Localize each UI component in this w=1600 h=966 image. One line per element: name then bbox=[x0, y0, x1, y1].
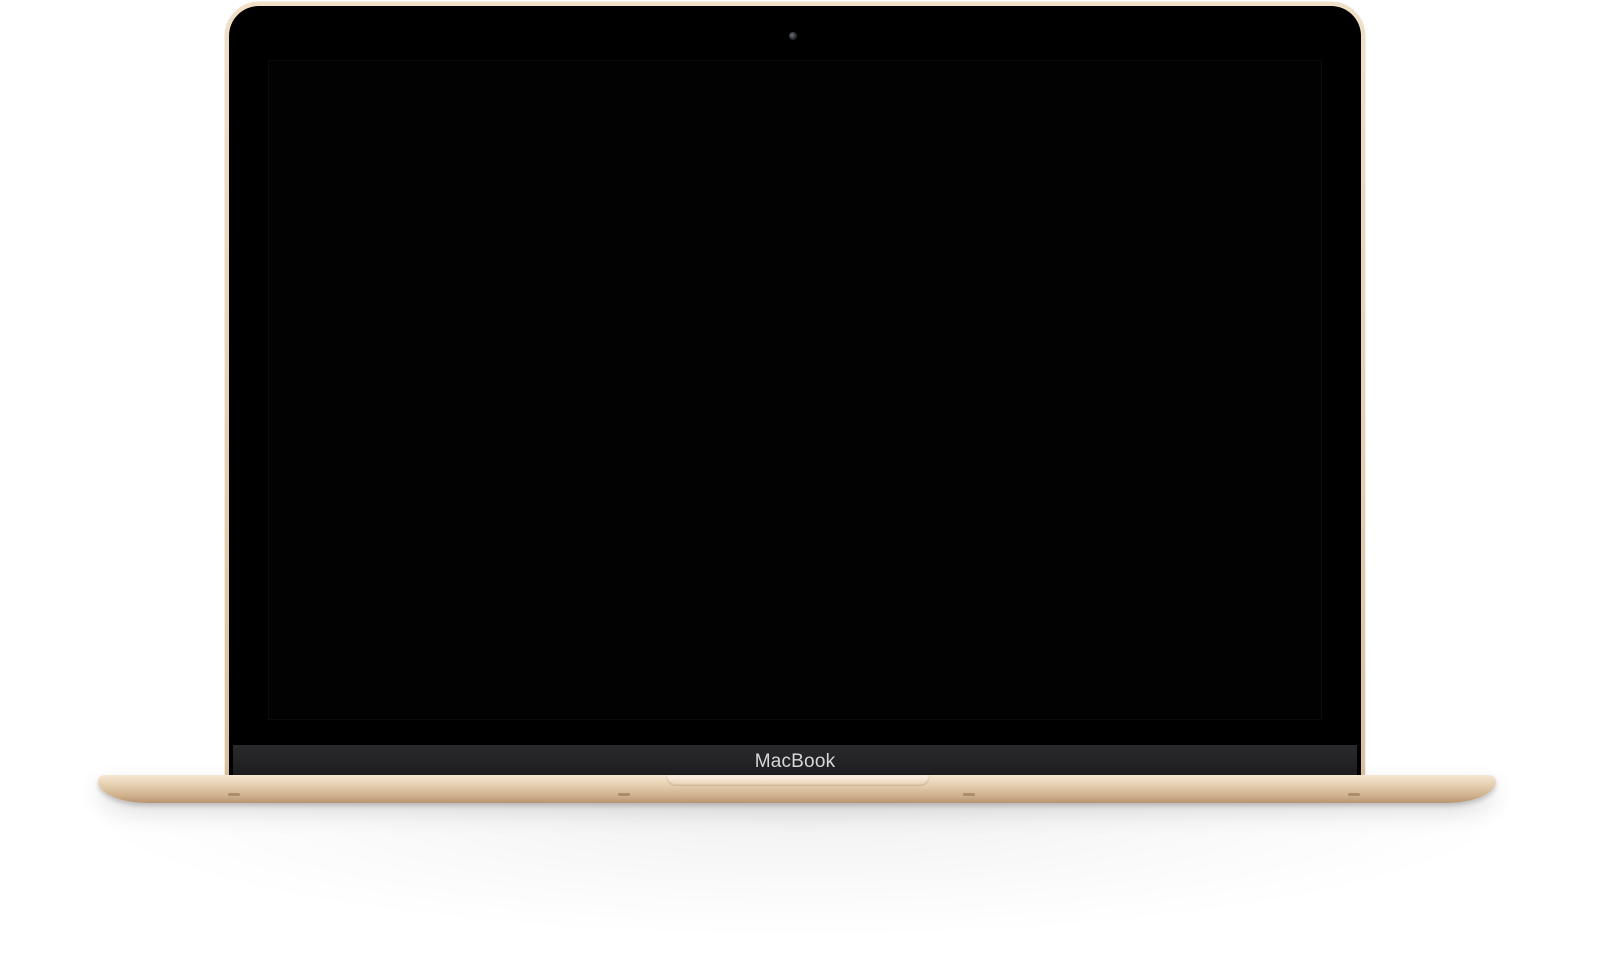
device-shadow bbox=[60, 800, 1540, 940]
base-foot bbox=[1348, 793, 1360, 796]
display-screen bbox=[268, 60, 1322, 720]
base-foot bbox=[618, 793, 630, 796]
base-foot bbox=[963, 793, 975, 796]
display-chin: MacBook bbox=[233, 745, 1357, 777]
camera-icon bbox=[789, 32, 797, 40]
laptop-lid: MacBook bbox=[225, 2, 1365, 777]
opening-notch bbox=[666, 775, 930, 786]
laptop-mockup-stage: MacBook bbox=[0, 0, 1600, 966]
laptop-base bbox=[98, 775, 1496, 803]
brand-label: MacBook bbox=[754, 750, 836, 772]
display-bezel: MacBook bbox=[229, 6, 1361, 777]
base-foot bbox=[228, 793, 240, 796]
